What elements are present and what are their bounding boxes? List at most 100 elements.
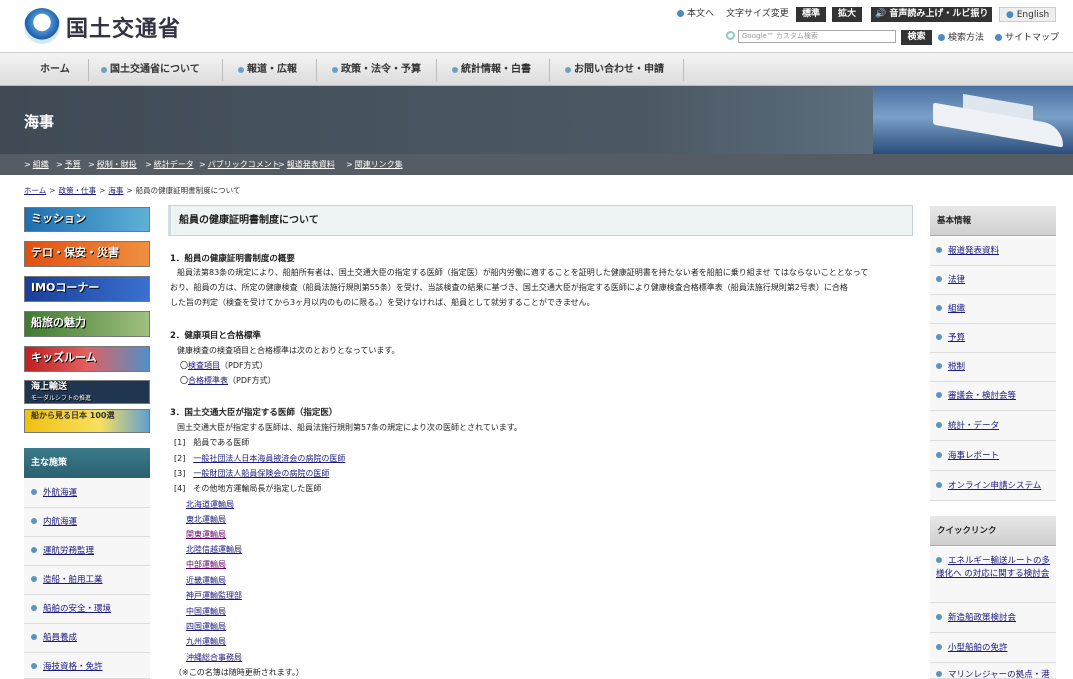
section-title: 海事 [24,113,55,131]
quick-link-item[interactable]: マリンレジャーの拠点・港 [930,663,1056,679]
basic-info-item[interactable]: オンライン申請システム [930,471,1056,501]
banner-ship-travel[interactable]: 船旅の魅力 [24,311,150,337]
bureau-link-kanto[interactable]: 関東運輸局 [186,530,226,539]
bureau-link-hokkaido[interactable]: 北海道運輸局 [186,500,234,509]
site-logo-text[interactable]: 国土交通省 [66,11,181,43]
pdf-format-note: （PDF方式） [228,376,276,385]
sub-nav: 組織 予算 税制・財投 統計データ パブリックコメント 報道発表資料 関連リンク… [0,154,1073,175]
google-search-icon [726,31,735,40]
nav-divider [683,59,684,81]
japan-seamen-relief-hospital-link[interactable]: 一般社団法人日本海員掖済会の病院の医師 [193,454,345,463]
quick-link-item[interactable]: エネルギー輸送ルートの多様化へ の対応に関する検討会 [930,547,1056,603]
skip-to-content-link[interactable]: 本文へ [677,7,714,22]
subnav-public-comment[interactable]: パブリックコメント [199,154,280,175]
bureau-link-kinki[interactable]: 近畿運輸局 [186,576,226,585]
banner-terror-security-disaster[interactable]: テロ・保安・災害 [24,241,150,267]
audio-button-label: 音声読み上げ・ルビ振り [889,9,989,19]
nav-about[interactable]: 国土交通省について [101,53,200,86]
quick-link-item[interactable]: 小型船舶の免許 [930,633,1056,663]
search-input[interactable]: Google™ カスタム検索 [738,30,896,43]
section-1-text-3: した旨の判定（検査を受けてから3ヶ月以内のものに限る。）を受けなければ、船員とし… [170,298,595,307]
search-help-link[interactable]: 検索方法 [938,31,984,46]
basic-info-item[interactable]: 法律 [930,266,1056,295]
nav-policy-label: 政策・法令・予算 [341,64,421,75]
bureau-link-kobe[interactable]: 神戸運輸監理部 [186,591,242,600]
font-standard-button[interactable]: 標準 [796,7,827,22]
subnav-press-release[interactable]: 報道発表資料 [278,154,335,175]
doctor-item-1: [1] 船員である医師 [174,438,250,447]
bureau-link-chugoku[interactable]: 中国運輸局 [186,607,226,616]
font-large-button[interactable]: 拡大 [832,7,863,22]
subnav-related-links[interactable]: 関連リンク集 [346,154,403,175]
nav-press-label: 報道・広報 [247,64,297,75]
banner-mission[interactable]: ミッション [24,207,150,232]
subnav-statistics[interactable]: 統計データ [145,154,194,175]
basic-info-item[interactable]: 予算 [930,324,1056,353]
bureau-link-kyushu[interactable]: 九州運輸局 [186,637,226,646]
left-menu-item[interactable]: 運航労務監理 [24,537,150,566]
left-menu-item[interactable]: 造船・舶用工業 [24,566,150,595]
banner-maritime-transport[interactable]: 海上輸送モーダルシフトの推進 [24,380,150,404]
search-button[interactable]: 検索 [901,30,932,45]
sitemap-link[interactable]: サイトマップ [995,31,1059,46]
bureau-link-chubu[interactable]: 中部運輸局 [186,560,226,569]
basic-info-link: 組織 [936,304,965,314]
banner-maritime-title: 海上輸送 [31,382,68,392]
subnav-tax[interactable]: 税制・財投 [88,154,137,175]
bureau-link-shikoku[interactable]: 四国運輸局 [186,622,226,631]
banner-kids-room[interactable]: キッズルーム [24,346,150,372]
basic-info-item[interactable]: 報道発表資料 [930,237,1056,266]
left-menu-item[interactable]: 外航海運 [24,479,150,508]
nav-press[interactable]: 報道・広報 [238,53,297,86]
nav-statistics[interactable]: 統計情報・白書 [452,53,531,86]
basic-info-link: 法律 [936,275,965,285]
inspection-items-link[interactable]: 検査項目 [188,361,220,370]
quick-link: 小型船舶の免許 [936,643,1008,653]
basic-info-item[interactable]: 海事レポート [930,441,1056,471]
seamen-insurance-hospital-link[interactable]: 一般財団法人船員保険会の病院の医師 [193,469,329,478]
basic-info-link: 報道発表資料 [936,246,999,256]
nav-home[interactable]: ホーム [40,53,70,86]
left-menu-item[interactable]: 船員養成 [24,624,150,653]
banner-imo-corner[interactable]: IMOコーナー [24,276,150,302]
pdf-format-note: （PDF方式） [220,361,268,370]
audio-ruby-button[interactable]: 🔊 音声読み上げ・ルビ振り [871,7,993,22]
breadcrumb-current: 船員の健康証明書制度について [135,186,241,195]
section-3-heading: 3．国土交通大臣が指定する医師（指定医） [170,408,338,418]
left-menu-item[interactable]: 海技資格・免許 [24,653,150,679]
mlit-logo-icon[interactable] [24,8,60,44]
basic-info-heading: 基本情報 [930,206,1056,236]
nav-policy[interactable]: 政策・法令・予算 [332,53,421,86]
bureau-link-hokuriku-shinetsu[interactable]: 北陸信越運輸局 [186,545,242,554]
bureau-link-okinawa[interactable]: 沖縄総合事務局 [186,653,242,662]
banner-japan-100-views[interactable]: 船から見る日本 100選 [24,409,150,433]
quick-links-heading: クイックリンク [930,516,1056,546]
banner-maritime-sub: モーダルシフトの推進 [31,395,92,402]
page-title: 船員の健康証明書制度について [168,205,913,236]
nav-contact[interactable]: お問い合わせ・申請 [565,53,664,86]
nav-statistics-label: 統計情報・白書 [461,64,531,75]
pass-standard-link[interactable]: 合格標準表 [188,376,228,385]
bureau-link-tohoku[interactable]: 東北運輸局 [186,515,226,524]
basic-info-link: 統計・データ [936,421,999,431]
english-link[interactable]: ● English [999,7,1057,22]
basic-info-item[interactable]: 審議会・検討会等 [930,382,1056,411]
basic-info-item[interactable]: 税制 [930,353,1056,382]
subnav-budget[interactable]: 予算 [56,154,81,175]
subnav-organization[interactable]: 組織 [24,154,49,175]
basic-info-item[interactable]: 組織 [930,295,1056,324]
breadcrumb-maritime[interactable]: 海事 [108,186,123,195]
quick-link: 新造船政策検討会 [936,613,1016,623]
breadcrumb-home[interactable]: ホーム [24,186,46,195]
section-1-heading: 1．船員の健康証明書制度の概要 [170,254,295,264]
list-bullet: 〇 [180,361,188,370]
basic-info-item[interactable]: 統計・データ [930,411,1056,441]
left-menu-item[interactable]: 内航海運 [24,508,150,537]
left-menu-link: 船舶の安全・環境 [31,604,111,614]
left-menu-item[interactable]: 船舶の安全・環境 [24,595,150,624]
basic-info-link: 海事レポート [936,451,999,461]
quick-link-item[interactable]: 新造船政策検討会 [930,603,1056,633]
ferry-ship-image [873,86,1073,154]
basic-info-link: 予算 [936,333,965,343]
breadcrumb-policy[interactable]: 政策・仕事 [59,186,97,195]
